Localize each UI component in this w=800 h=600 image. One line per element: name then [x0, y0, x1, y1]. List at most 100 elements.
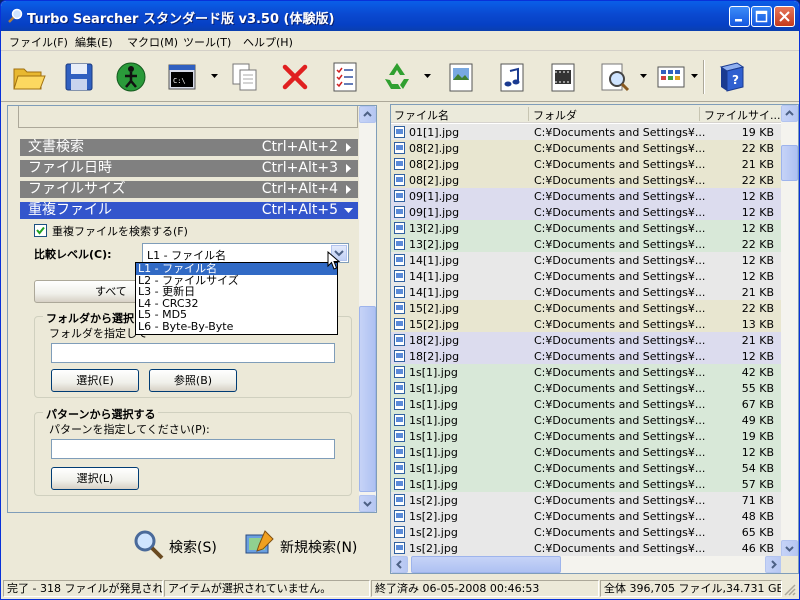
table-row[interactable]: 15[2].jpg C:¥Documents and Settings¥... 13… — [391, 316, 782, 332]
table-row[interactable]: 15[2].jpg C:¥Documents and Settings¥... 22… — [391, 300, 782, 316]
new-search-button[interactable]: 新規検索(N) — [243, 527, 373, 563]
scroll-up-button[interactable] — [781, 105, 798, 122]
table-row[interactable]: 08[2].jpg C:¥Documents and Settings¥... 22… — [391, 172, 782, 188]
menu-macro[interactable]: マクロ(M) — [127, 34, 178, 50]
file-size-cell: 21 KB — [741, 158, 774, 171]
table-row[interactable]: 1s[1].jpg C:¥Documents and Settings¥... 12… — [391, 444, 782, 460]
column-filesize[interactable]: ファイルサイ... — [704, 107, 781, 123]
delete-button[interactable] — [277, 59, 313, 95]
folder-select-button[interactable]: 選択(E) — [51, 369, 139, 392]
checklist-button[interactable] — [327, 59, 363, 95]
menu-file[interactable]: ファイル(F) — [9, 34, 68, 50]
close-button[interactable] — [774, 6, 795, 27]
table-row[interactable]: 1s[1].jpg C:¥Documents and Settings¥... 57… — [391, 476, 782, 492]
scroll-up-button[interactable] — [359, 106, 376, 123]
save-button[interactable] — [61, 59, 97, 95]
table-row[interactable]: 14[1].jpg C:¥Documents and Settings¥... 12… — [391, 252, 782, 268]
compare-level-select[interactable]: L1 - ファイル名 — [142, 243, 349, 263]
pattern-select-button[interactable]: 選択(L) — [51, 467, 139, 490]
section-file-size[interactable]: ファイルサイズ Ctrl+Alt+4 — [20, 181, 358, 198]
zoom-dropdown-icon[interactable] — [640, 74, 647, 79]
menu-edit[interactable]: 編集(E) — [75, 34, 113, 50]
maximize-button[interactable] — [751, 6, 772, 27]
option-level-5[interactable]: L5 - MD5 — [136, 309, 337, 321]
option-level-3[interactable]: L3 - 更新日 — [136, 286, 337, 298]
table-row[interactable]: 1s[2].jpg C:¥Documents and Settings¥... 46… — [391, 540, 782, 556]
scroll-down-button[interactable] — [781, 540, 798, 557]
file-name-cell: 08[2].jpg — [409, 158, 460, 171]
table-row[interactable]: 09[1].jpg C:¥Documents and Settings¥... 12… — [391, 188, 782, 204]
table-row[interactable]: 1s[1].jpg C:¥Documents and Settings¥... 49… — [391, 412, 782, 428]
folder-cell: C:¥Documents and Settings¥... — [534, 270, 706, 283]
search-button[interactable]: 検索(S) — [131, 527, 231, 563]
folder-path-input[interactable] — [51, 343, 335, 363]
menu-help[interactable]: ヘルプ(H) — [243, 34, 293, 50]
copy-button[interactable] — [227, 59, 263, 95]
folder-browse-button[interactable]: 参照(B) — [149, 369, 237, 392]
delete-icon — [282, 64, 308, 90]
table-row[interactable]: 09[1].jpg C:¥Documents and Settings¥... 12… — [391, 204, 782, 220]
results-horizontal-scrollbar[interactable] — [391, 556, 782, 573]
scroll-down-button[interactable] — [359, 495, 376, 512]
scroll-thumb[interactable] — [411, 556, 561, 573]
table-row[interactable]: 08[2].jpg C:¥Documents and Settings¥... 21… — [391, 156, 782, 172]
recycle-dropdown-icon[interactable] — [424, 74, 431, 79]
music-button[interactable] — [494, 59, 530, 95]
command-dropdown-icon[interactable] — [211, 74, 218, 79]
scroll-thumb[interactable] — [781, 145, 798, 181]
scroll-left-button[interactable] — [391, 556, 408, 573]
zoom-button[interactable] — [597, 59, 633, 95]
table-row[interactable]: 13[2].jpg C:¥Documents and Settings¥... 12… — [391, 220, 782, 236]
section-duplicate-files[interactable]: 重複ファイル Ctrl+Alt+5 — [20, 202, 358, 219]
option-level-1[interactable]: L1 - ファイル名 — [136, 263, 337, 275]
jpg-file-icon — [394, 206, 405, 218]
table-row[interactable]: 08[2].jpg C:¥Documents and Settings¥... 22… — [391, 140, 782, 156]
table-row[interactable]: 01[1].jpg C:¥Documents and Settings¥... 19… — [391, 124, 782, 140]
duplicate-search-checkbox[interactable] — [34, 224, 47, 237]
minimize-button[interactable] — [729, 6, 750, 27]
column-divider[interactable] — [699, 107, 700, 121]
column-divider[interactable] — [528, 107, 529, 121]
image-view-button[interactable] — [443, 59, 479, 95]
pattern-group-title: パターンから選択する — [43, 406, 159, 422]
table-row[interactable]: 1s[1].jpg C:¥Documents and Settings¥... 19… — [391, 428, 782, 444]
jpg-file-icon — [394, 190, 405, 202]
video-button[interactable] — [545, 59, 581, 95]
scroll-thumb[interactable] — [359, 306, 376, 492]
section-label: 重複ファイル — [28, 202, 112, 218]
table-row[interactable]: 1s[2].jpg C:¥Documents and Settings¥... 48… — [391, 508, 782, 524]
table-row[interactable]: 1s[2].jpg C:¥Documents and Settings¥... 65… — [391, 524, 782, 540]
results-vertical-scrollbar[interactable] — [781, 105, 798, 557]
table-row[interactable]: 1s[1].jpg C:¥Documents and Settings¥... 54… — [391, 460, 782, 476]
title-bar[interactable]: Turbo Searcher スタンダード版 v3.50 (体験版) — [1, 1, 799, 31]
recycle-button[interactable] — [379, 59, 415, 95]
scroll-right-button[interactable] — [765, 556, 782, 573]
table-row[interactable]: 18[2].jpg C:¥Documents and Settings¥... 21… — [391, 332, 782, 348]
table-row[interactable]: 18[2].jpg C:¥Documents and Settings¥... 12… — [391, 348, 782, 364]
option-level-6[interactable]: L6 - Byte-By-Byte — [136, 321, 337, 333]
view-mode-dropdown-icon[interactable] — [691, 74, 698, 79]
jpg-file-icon — [394, 542, 405, 554]
table-row[interactable]: 13[2].jpg C:¥Documents and Settings¥... 22… — [391, 236, 782, 252]
open-button[interactable] — [11, 59, 47, 95]
resize-grip-icon[interactable] — [783, 583, 796, 596]
column-filename[interactable]: ファイル名 — [394, 107, 449, 123]
command-prompt-button[interactable]: C:\ — [165, 59, 201, 95]
video-icon — [551, 63, 575, 92]
table-row[interactable]: 1s[1].jpg C:¥Documents and Settings¥... 42… — [391, 364, 782, 380]
column-folder[interactable]: フォルダ — [533, 107, 577, 123]
table-row[interactable]: 1s[1].jpg C:¥Documents and Settings¥... 67… — [391, 396, 782, 412]
table-row[interactable]: 14[1].jpg C:¥Documents and Settings¥... 21… — [391, 284, 782, 300]
recycle-icon — [385, 63, 409, 89]
left-vertical-scrollbar[interactable] — [359, 106, 376, 512]
table-row[interactable]: 14[1].jpg C:¥Documents and Settings¥... 12… — [391, 268, 782, 284]
table-row[interactable]: 1s[1].jpg C:¥Documents and Settings¥... 55… — [391, 380, 782, 396]
pattern-input[interactable] — [51, 439, 335, 459]
run-button[interactable] — [113, 59, 149, 95]
menu-tools[interactable]: ツール(T) — [183, 34, 231, 50]
table-row[interactable]: 1s[2].jpg C:¥Documents and Settings¥... 71… — [391, 492, 782, 508]
section-file-date[interactable]: ファイル日時 Ctrl+Alt+3 — [20, 160, 358, 177]
help-button[interactable]: ? — [713, 59, 749, 95]
view-mode-button[interactable] — [653, 59, 689, 95]
section-document-search[interactable]: 文書検索 Ctrl+Alt+2 — [20, 139, 358, 156]
